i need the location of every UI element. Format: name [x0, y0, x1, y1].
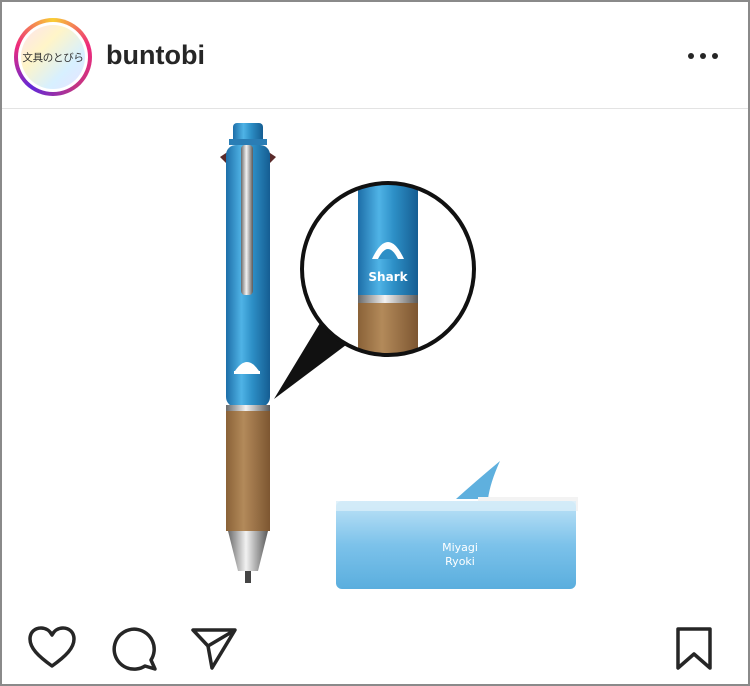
magnifier-label: Shark	[368, 270, 408, 284]
heart-icon[interactable]	[28, 626, 76, 670]
dot	[700, 53, 706, 59]
pen-case: Miyagi Ryoki	[336, 461, 578, 589]
post-photo[interactable]: Shark Miyagi Ryoki	[2, 109, 748, 609]
instagram-post: 文具のとびら buntobi Shark Miyagi Ryoki	[0, 0, 750, 686]
avatar-border: 文具のとびら	[18, 22, 88, 92]
avatar[interactable]: 文具のとびら	[14, 18, 92, 96]
bookmark-icon[interactable]	[674, 626, 714, 672]
avatar-label: 文具のとびら	[22, 51, 84, 64]
username[interactable]: buntobi	[106, 40, 205, 71]
avatar-image: 文具のとびら	[21, 25, 85, 89]
case-text-line1: Miyagi	[442, 541, 478, 554]
post-actions	[2, 612, 748, 684]
pen	[220, 123, 276, 583]
paper-plane-icon[interactable]	[190, 626, 238, 672]
product-illustration: Shark Miyagi Ryoki	[220, 123, 578, 589]
case-text-line2: Ryoki	[445, 555, 475, 568]
more-options-icon[interactable]	[688, 46, 728, 66]
dot	[688, 53, 694, 59]
post-header: 文具のとびら buntobi	[2, 2, 748, 109]
dot	[712, 53, 718, 59]
comment-icon[interactable]	[112, 626, 158, 672]
